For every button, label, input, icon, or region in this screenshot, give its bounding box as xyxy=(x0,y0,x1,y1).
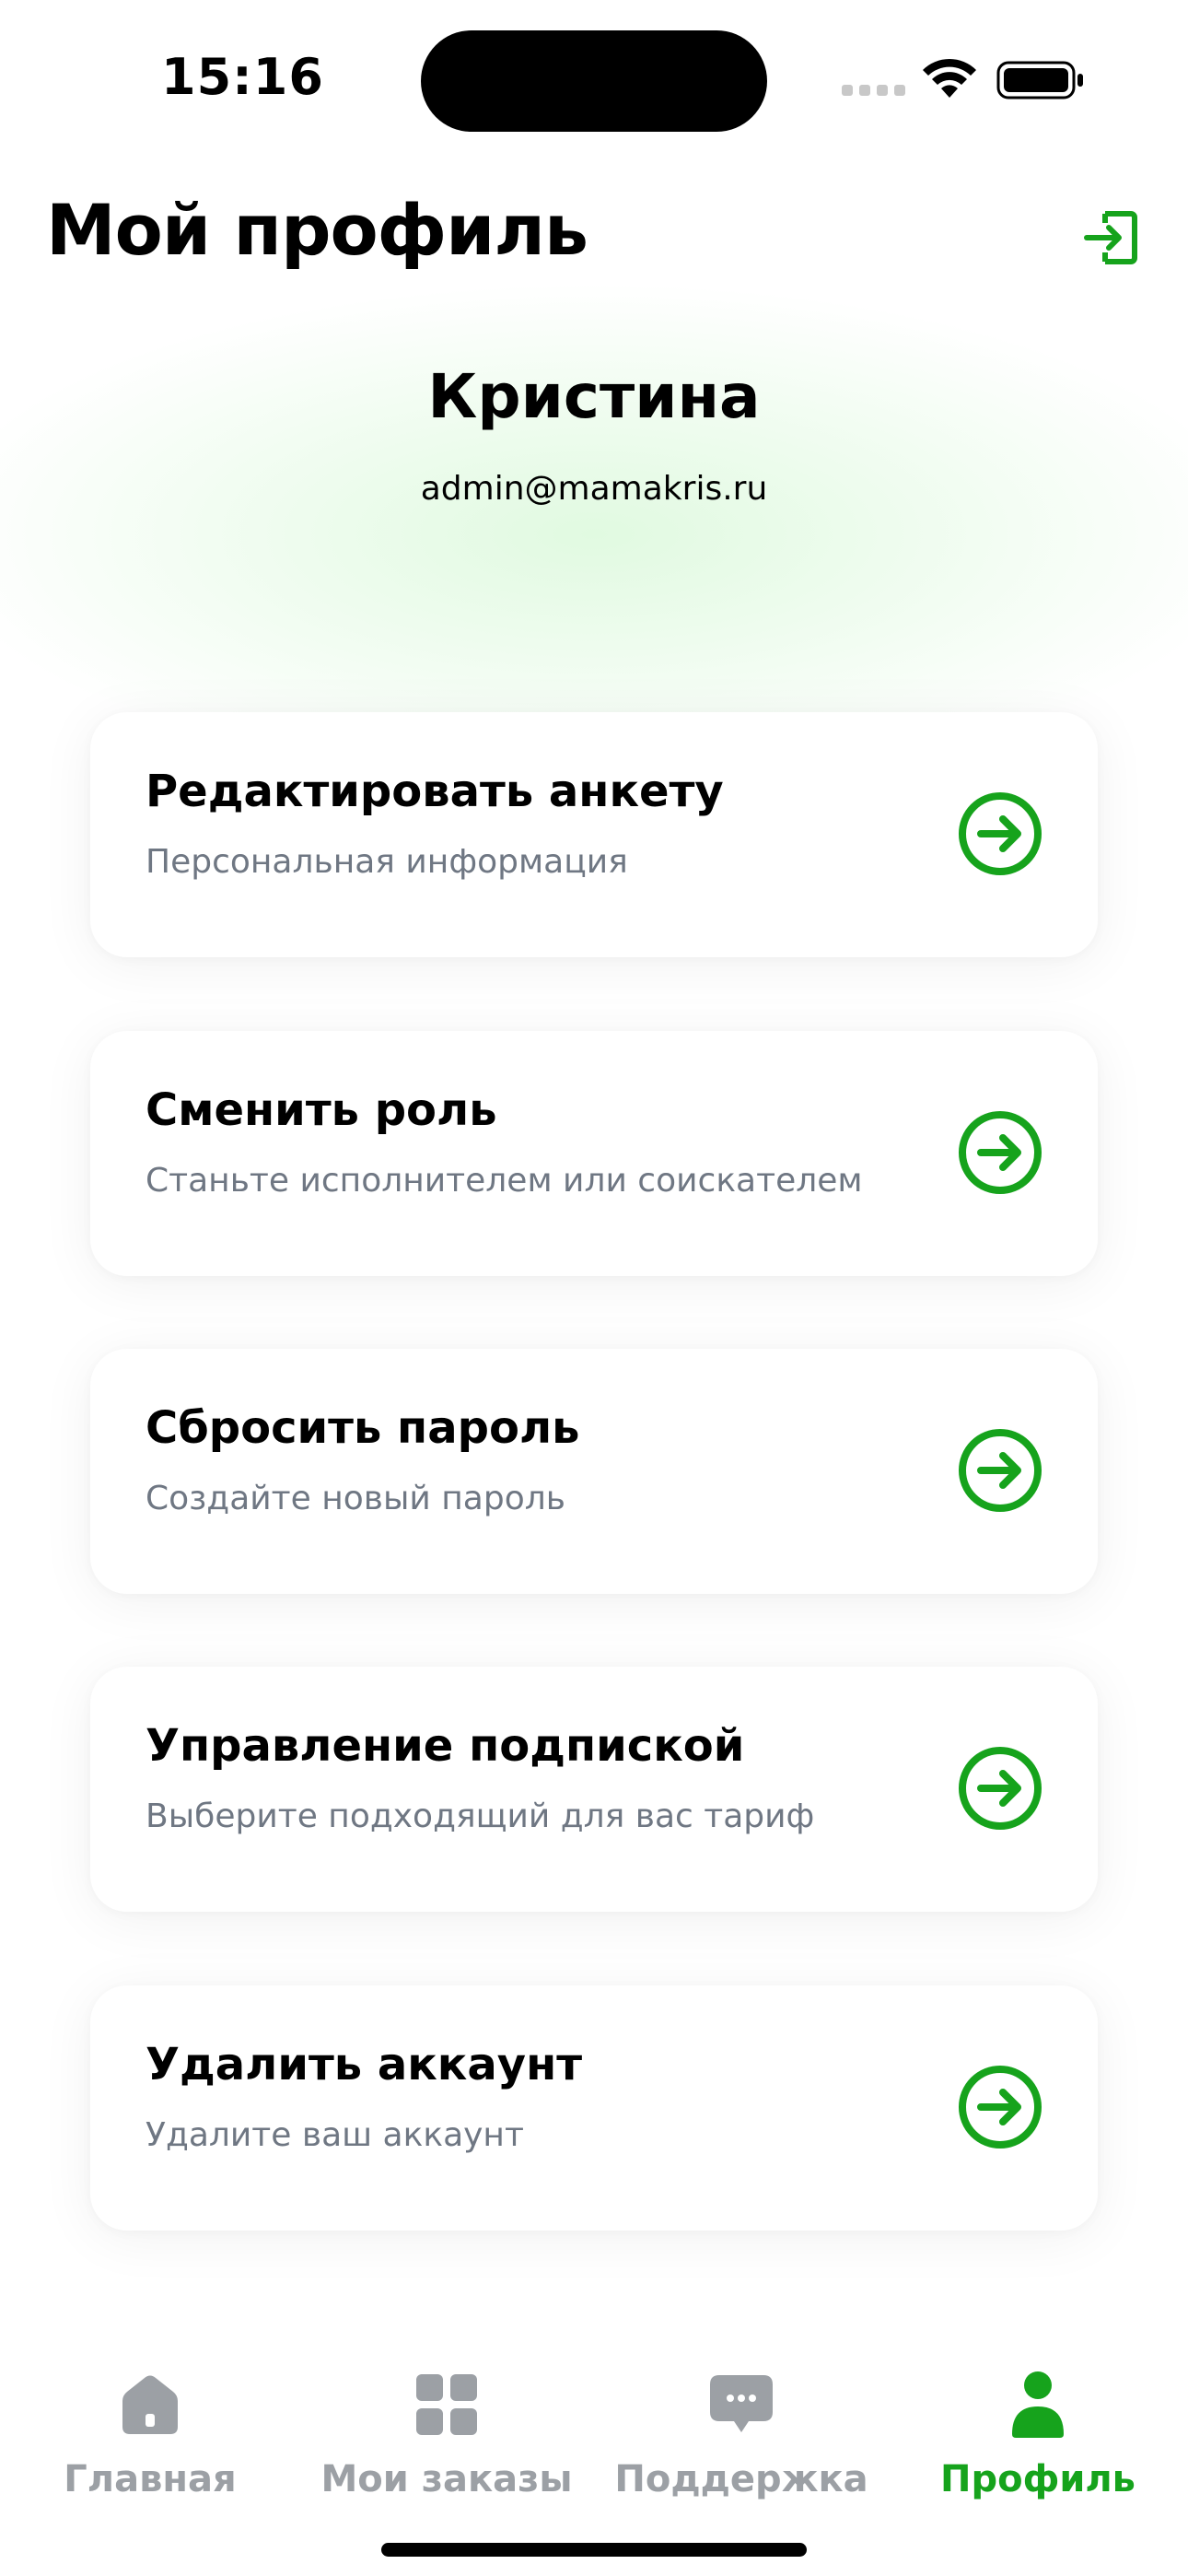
card-title: Удалить аккаунт xyxy=(146,2039,583,2090)
battery-icon xyxy=(996,61,1083,100)
arrow-right-circle-icon[interactable] xyxy=(957,1427,1043,1514)
arrow-right-circle-icon[interactable] xyxy=(957,790,1043,877)
tab-label: Мои заказы xyxy=(320,2458,573,2500)
menu-card-change-role[interactable]: Сменить роль Станьте исполнителем или со… xyxy=(90,1031,1098,1276)
user-icon xyxy=(1012,2371,1064,2438)
card-subtitle: Выберите подходящий для вас тариф xyxy=(146,1797,815,1835)
card-subtitle: Станьте исполнителем или соискателем xyxy=(146,1162,863,1200)
menu-card-subscription[interactable]: Управление подпиской Выберите подходящий… xyxy=(90,1667,1098,1912)
arrow-right-circle-icon[interactable] xyxy=(957,1745,1043,1832)
menu-card-reset-password[interactable]: Сбросить пароль Создайте новый пароль xyxy=(90,1349,1098,1594)
card-title: Редактировать анкету xyxy=(146,766,724,817)
arrow-right-circle-icon[interactable] xyxy=(957,2064,1043,2150)
status-time: 15:16 xyxy=(161,48,324,106)
card-subtitle: Удалите ваш аккаунт xyxy=(146,2116,524,2154)
card-title: Сбросить пароль xyxy=(146,1402,580,1454)
dynamic-island xyxy=(421,30,767,132)
wifi-icon xyxy=(923,58,976,98)
grid-icon xyxy=(416,2374,477,2435)
tab-label: Главная xyxy=(64,2458,237,2500)
cellular-signal-icon xyxy=(842,85,906,96)
card-title: Сменить роль xyxy=(146,1084,497,1136)
user-name: Кристина xyxy=(427,361,761,432)
card-title: Управление подпиской xyxy=(146,1720,745,1772)
tab-label: Поддержка xyxy=(614,2458,868,2500)
arrow-right-circle-icon[interactable] xyxy=(957,1109,1043,1196)
home-indicator[interactable] xyxy=(381,2543,807,2557)
tab-home[interactable]: Главная xyxy=(2,2368,298,2515)
tab-support[interactable]: Поддержка xyxy=(593,2368,890,2515)
logout-button[interactable] xyxy=(1077,205,1144,271)
menu-card-delete-account[interactable]: Удалить аккаунт Удалите ваш аккаунт xyxy=(90,1985,1098,2231)
tab-my-orders[interactable]: Мои заказы xyxy=(298,2368,595,2515)
card-subtitle: Персональная информация xyxy=(146,843,628,881)
chat-bubble-icon xyxy=(710,2375,773,2432)
logout-icon xyxy=(1084,211,1137,264)
menu-card-edit-profile[interactable]: Редактировать анкету Персональная информ… xyxy=(90,712,1098,957)
profile-screen: 15:16 Мой профиль Кристина admin@mamakri… xyxy=(0,0,1188,2576)
user-email: admin@mamakris.ru xyxy=(420,470,768,508)
card-subtitle: Создайте новый пароль xyxy=(146,1480,565,1517)
tab-profile[interactable]: Профиль xyxy=(890,2368,1186,2515)
tab-label: Профиль xyxy=(940,2458,1136,2500)
home-icon xyxy=(122,2375,178,2434)
page-title: Мой профиль xyxy=(46,189,588,271)
